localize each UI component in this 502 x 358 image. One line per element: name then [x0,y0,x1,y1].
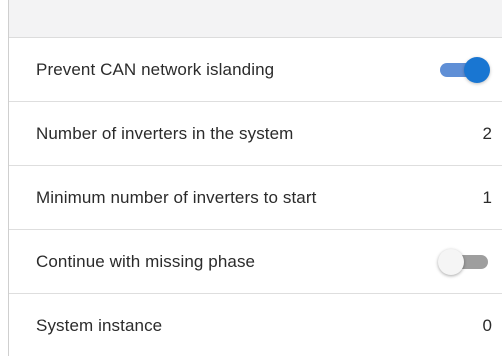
setting-row-number-of-inverters[interactable]: Number of inverters in the system 2 [9,102,502,166]
setting-label: System instance [36,316,163,335]
toggle-thumb [438,248,464,275]
setting-row-prevent-can-islanding[interactable]: Prevent CAN network islanding [9,38,502,102]
setting-row-minimum-inverters-to-start[interactable]: Minimum number of inverters to start 1 [9,166,502,230]
setting-label: Prevent CAN network islanding [36,59,275,79]
continue-missing-phase-toggle[interactable] [438,246,494,278]
setting-label: Minimum number of inverters to start [36,187,317,207]
setting-row-system-instance[interactable]: System instance 0 [9,294,502,358]
toggle-thumb [464,56,490,83]
setting-label: Number of inverters in the system [36,123,294,143]
setting-value: 0 [482,316,492,335]
setting-label: Continue with missing phase [36,251,256,271]
setting-row-continue-missing-phase[interactable]: Continue with missing phase [9,230,502,294]
setting-value: 1 [482,187,492,207]
panel-header [9,0,502,38]
setting-value: 2 [482,123,492,143]
settings-panel: Prevent CAN network islanding Number of … [8,0,502,356]
prevent-can-islanding-toggle[interactable] [438,54,494,86]
